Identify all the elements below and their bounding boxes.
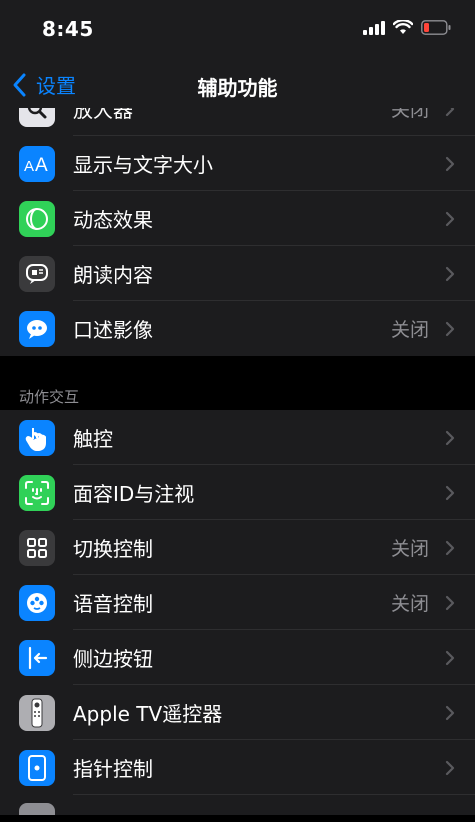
- list-item-switch-control[interactable]: 切换控制 关闭: [0, 520, 475, 575]
- wifi-icon: [393, 20, 413, 34]
- list-item-side-button[interactable]: 侧边按钮: [0, 630, 475, 685]
- list-item-label: 动态效果: [73, 208, 153, 232]
- interaction-group: 触控 面容ID与注视 切换控制 关闭 语音控制 关闭 侧边按钮 Apple TV…: [0, 410, 475, 815]
- motion-icon: [19, 200, 55, 237]
- page-title: 辅助功能: [197, 76, 278, 100]
- battery-icon: [421, 20, 451, 35]
- list-item-label: 切换控制: [73, 537, 153, 561]
- list-item-label: 面容ID与注视: [73, 482, 195, 506]
- list-item-value: 关闭: [390, 319, 429, 341]
- chevron-right-icon: [445, 705, 455, 720]
- list-item-audio-descriptions[interactable]: 口述影像 关闭: [0, 301, 475, 356]
- vision-group: 放大器 关闭 A A 显示与文字大小 动态效果 朗读内容 口述影像 关闭: [0, 108, 475, 356]
- side-button-icon: [19, 639, 55, 676]
- pointer-control-icon: [19, 749, 55, 786]
- list-item-label: 放大器: [73, 108, 133, 122]
- list-item-touch[interactable]: 触控: [0, 410, 475, 465]
- list-item-label: 口述影像: [73, 318, 153, 342]
- list-item-motion[interactable]: 动态效果: [0, 191, 475, 246]
- list-item-label: 触控: [73, 427, 113, 451]
- switch-control-icon: [19, 529, 55, 566]
- list-item-pointer-control[interactable]: 指针控制: [0, 740, 475, 795]
- apple-tv-remote-icon: [19, 694, 55, 731]
- cellular-signal-icon: [363, 20, 385, 35]
- list-item-label: 侧边按钮: [73, 647, 153, 671]
- chevron-right-icon: [445, 485, 455, 500]
- section-header: 动作交互: [0, 388, 475, 410]
- chevron-right-icon: [445, 760, 455, 775]
- list-item-value: 关闭: [390, 108, 429, 121]
- voice-control-icon: [19, 584, 55, 621]
- chevron-right-icon: [445, 211, 455, 226]
- list-item-label: Apple TV遥控器: [73, 702, 223, 726]
- chevron-right-icon: [445, 321, 455, 336]
- list-item-label: 语音控制: [73, 592, 153, 616]
- app-icon: [19, 803, 55, 815]
- status-bar: 8:45: [0, 0, 475, 60]
- list-item-voice-control[interactable]: 语音控制 关闭: [0, 575, 475, 630]
- list-item-display-text-size[interactable]: A A 显示与文字大小: [0, 136, 475, 191]
- text-size-icon: A A: [19, 145, 55, 182]
- navigation-bar: 设置 辅助功能: [0, 60, 475, 109]
- svg-text:A: A: [24, 158, 34, 174]
- audio-description-icon: [19, 310, 55, 347]
- chevron-right-icon: [445, 108, 455, 116]
- chevron-right-icon: [445, 266, 455, 281]
- list-item-label: 朗读内容: [73, 263, 153, 287]
- svg-text:A: A: [35, 155, 48, 174]
- list-item-face-id-attention[interactable]: 面容ID与注视: [0, 465, 475, 520]
- face-id-icon: [19, 474, 55, 511]
- touch-icon: [19, 419, 55, 456]
- chevron-right-icon: [445, 156, 455, 171]
- status-time: 8:45: [42, 17, 94, 41]
- section-spacer: [0, 356, 475, 388]
- chevron-right-icon: [445, 540, 455, 555]
- list-item-label: 指针控制: [73, 757, 153, 781]
- list-item-value: 关闭: [390, 538, 429, 560]
- list-item-spoken-content[interactable]: 朗读内容: [0, 246, 475, 301]
- speech-icon: [19, 255, 55, 292]
- chevron-right-icon: [445, 650, 455, 665]
- list-item-apple-tv-remote[interactable]: Apple TV遥控器: [0, 685, 475, 740]
- list-item-value: 关闭: [390, 593, 429, 615]
- status-icons: [363, 20, 451, 35]
- list-item-label: 显示与文字大小: [73, 153, 213, 177]
- list-item-magnifier[interactable]: 放大器 关闭: [0, 108, 475, 136]
- magnifier-icon: [19, 108, 55, 127]
- settings-list: 放大器 关闭 A A 显示与文字大小 动态效果 朗读内容 口述影像 关闭 动作交…: [0, 108, 475, 815]
- list-item-partial: [0, 795, 475, 815]
- chevron-right-icon: [445, 430, 455, 445]
- chevron-right-icon: [445, 595, 455, 610]
